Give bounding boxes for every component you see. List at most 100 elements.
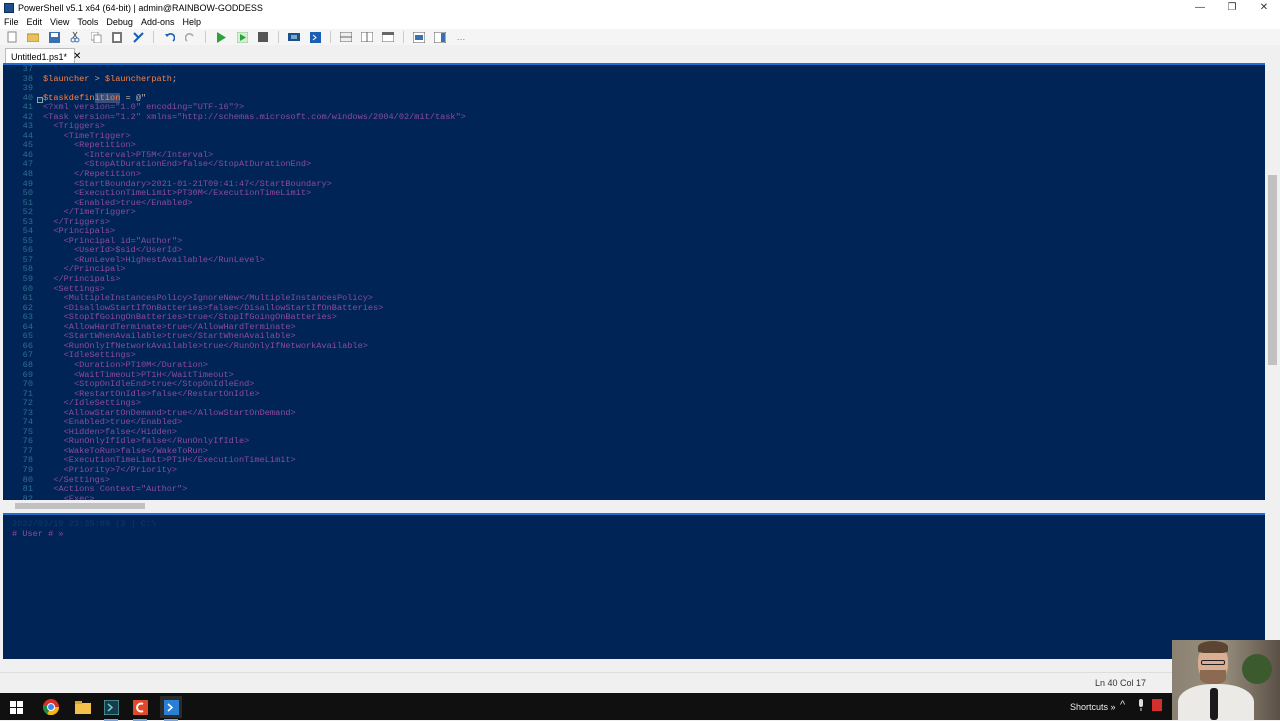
tab-untitled1[interactable]: Untitled1.ps1* ✕ <box>5 48 81 64</box>
remote-powershell-icon[interactable] <box>288 31 300 43</box>
code-line[interactable]: <AllowStartOnDemand>true</AllowStartOnDe… <box>43 407 1263 419</box>
code-line[interactable]: <RunOnlyIfIdle>false</RunOnlyIfIdle> <box>43 437 1263 447</box>
stop-icon[interactable] <box>257 31 269 43</box>
webcam-microphone <box>1210 688 1218 720</box>
copy-icon[interactable] <box>90 31 102 43</box>
code-token: <StartBoundary>2021-01-21T09:41:47</Star… <box>43 178 332 189</box>
new-file-icon[interactable] <box>6 31 18 43</box>
open-folder-icon[interactable] <box>27 31 39 43</box>
code-line[interactable]: </Settings> <box>43 475 1263 486</box>
maximize-button[interactable]: ❐ <box>1216 0 1248 15</box>
code-line[interactable]: <StopAtDurationEnd>false</StopAtDuration… <box>43 160 1263 170</box>
code-token: $launcher <box>43 73 90 84</box>
code-token: <Actions Context="Author"> <box>43 484 188 495</box>
undo-icon[interactable] <box>163 31 175 43</box>
cut-icon[interactable] <box>69 31 81 43</box>
show-script-pane-maximized-icon[interactable] <box>382 31 394 43</box>
code-token: <WaitTimeout>PT1H</WaitTimeout> <box>43 369 234 380</box>
shortcuts-toolbar[interactable]: Shortcuts » <box>1070 702 1116 712</box>
code-line[interactable]: <Principals> <box>43 227 1263 237</box>
redo-icon[interactable] <box>184 31 196 43</box>
console-pane[interactable]: 2022/03/19 23:35:09 (3 | C:\ # User # » <box>3 513 1265 659</box>
menu-tools[interactable]: Tools <box>77 17 98 27</box>
editor-vertical-scrollbar[interactable] <box>1265 63 1280 500</box>
powershell-ise-taskbar-icon[interactable] <box>160 696 182 721</box>
code-line[interactable]: <ExecutionTimeLimit>PT1H</ExecutionTimeL… <box>43 456 1263 466</box>
code-token: <Priority>7</Priority> <box>43 464 178 475</box>
save-icon[interactable] <box>48 31 60 43</box>
line-number-gutter: 37 38 39 40 41 42 43 44 45 46 47 48 49 50 51 52 53 54 55 56… <box>3 65 33 500</box>
editor-horizontal-scrollbar[interactable] <box>3 500 1265 512</box>
show-command-addon-icon[interactable] <box>434 31 446 43</box>
code-line[interactable]: </Principals> <box>43 274 1263 285</box>
menu-file[interactable]: File <box>4 17 19 27</box>
code-line[interactable]: <Priority>7</Priority> <box>43 464 1263 476</box>
code-line[interactable] <box>43 65 1263 75</box>
paste-icon[interactable] <box>111 31 123 43</box>
code-token: <Hidden>false</Hidden> <box>43 426 178 437</box>
toolbar-separator <box>403 31 404 43</box>
code-line[interactable]: </Triggers> <box>43 216 1263 228</box>
code-line[interactable]: <Enabled>true</Enabled> <box>43 198 1263 209</box>
scrollbar-thumb[interactable] <box>1268 175 1277 365</box>
code-token: <StartWhenAvailable>true</StartWhenAvail… <box>43 331 296 342</box>
code-line[interactable]: <Repetition> <box>43 141 1263 151</box>
menu-add-ons[interactable]: Add-ons <box>141 17 175 27</box>
script-editor[interactable]: 37 38 39 40 41 42 43 44 45 46 47 48 49 50 51 52 53 54 55 56… <box>3 63 1265 500</box>
code-line[interactable]: <RunLevel>HighestAvailable</RunLevel> <box>43 255 1263 266</box>
chrome-icon[interactable] <box>40 696 62 718</box>
close-button[interactable]: ✕ <box>1248 0 1280 15</box>
minimize-button[interactable]: — <box>1184 0 1216 15</box>
code-line[interactable]: <ExecutionTimeLimit>PT30M</ExecutionTime… <box>43 188 1263 199</box>
windows-taskbar: Shortcuts » ^ <box>0 693 1280 721</box>
show-script-pane-right-icon[interactable] <box>361 31 373 43</box>
chevron-up-icon[interactable]: ^ <box>1120 699 1125 711</box>
code-line[interactable]: </Principal> <box>43 265 1263 275</box>
code-area[interactable]: $launcher > $launcherpath; $taskdefinitio… <box>43 65 1263 500</box>
code-line[interactable]: <Principal id="Author"> <box>43 236 1263 247</box>
menu-debug[interactable]: Debug <box>106 17 133 27</box>
code-line[interactable]: <RestartOnIdle>false</RestartOnIdle> <box>43 389 1263 400</box>
code-line[interactable]: <IdleSettings> <box>43 351 1263 361</box>
start-powershell-icon[interactable] <box>309 31 321 43</box>
code-line[interactable]: <Triggers> <box>43 122 1263 132</box>
red-app-icon[interactable] <box>129 696 151 721</box>
webcam-person-beard <box>1200 670 1226 684</box>
code-line[interactable]: <TimeTrigger> <box>43 130 1263 142</box>
windows-start-icon[interactable] <box>5 696 27 718</box>
menu-help[interactable]: Help <box>182 17 201 27</box>
menu-edit[interactable]: Edit <box>27 17 43 27</box>
tab-close-icon[interactable]: ✕ <box>73 51 81 62</box>
clear-icon[interactable] <box>132 31 144 43</box>
code-token: <AllowHardTerminate>true</AllowHardTermi… <box>43 321 296 332</box>
scrollbar-thumb[interactable] <box>15 503 145 509</box>
console-prompt[interactable]: # User # » <box>12 529 64 539</box>
webcam-person-glasses <box>1201 660 1225 665</box>
code-line[interactable]: <Task version="1.2" xmlns="http://schema… <box>43 111 1263 123</box>
code-token: <AllowStartOnDemand>true</AllowStartOnDe… <box>43 407 296 418</box>
chevron-icon[interactable]: » <box>1111 702 1116 712</box>
code-line[interactable]: <Actions Context="Author"> <box>43 484 1263 495</box>
code-token: $launcherpath <box>104 73 172 84</box>
pdf-app-icon[interactable] <box>1152 699 1162 714</box>
code-line[interactable]: <Enabled>true</Enabled> <box>43 417 1263 428</box>
show-script-pane-top-icon[interactable] <box>340 31 352 43</box>
show-command-window-icon[interactable] <box>413 31 425 43</box>
code-token: <StopIfGoingOnBatteries>true</StopIfGoin… <box>43 312 337 323</box>
toolbar-overflow-icon[interactable]: … <box>455 31 467 43</box>
code-line[interactable] <box>43 84 1263 94</box>
run-selection-icon[interactable] <box>236 31 248 43</box>
code-line[interactable]: <RunOnlyIfNetworkAvailable>true</RunOnly… <box>43 340 1263 352</box>
code-token: <TimeTrigger> <box>43 130 131 141</box>
code-token: </Triggers> <box>43 216 111 227</box>
code-token: <Task version="1.2" xmlns="http://schema… <box>43 111 466 122</box>
terminal-app-icon[interactable] <box>100 696 122 721</box>
console-vertical-scrollbar[interactable] <box>1265 513 1280 659</box>
code-line[interactable]: </TimeTrigger> <box>43 207 1263 218</box>
code-line[interactable]: $launcher > $launcherpath; <box>43 73 1263 85</box>
code-token: <RunOnlyIfNetworkAvailable>true</RunOnly… <box>43 340 368 351</box>
microphone-icon[interactable] <box>1137 699 1145 714</box>
menu-view[interactable]: View <box>50 17 69 27</box>
file-explorer-icon[interactable] <box>72 696 94 718</box>
run-script-icon[interactable] <box>215 31 227 43</box>
